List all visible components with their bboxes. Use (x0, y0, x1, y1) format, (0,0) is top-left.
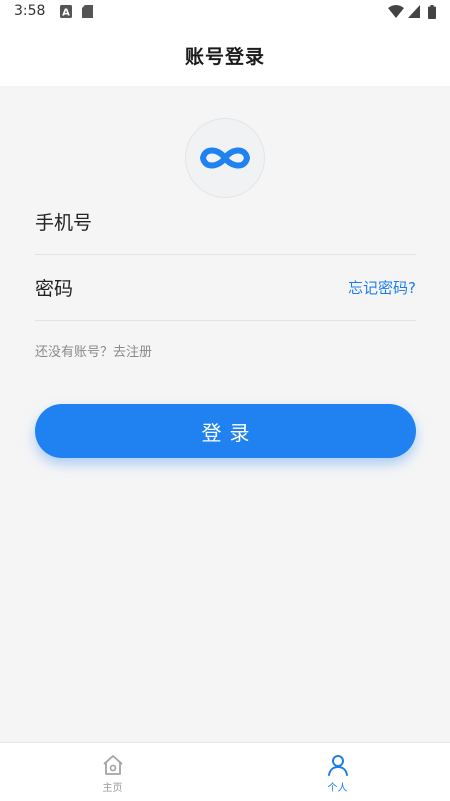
forgot-password-link[interactable]: 忘记密码? (348, 277, 416, 298)
password-field[interactable]: 密码 忘记密码? (35, 254, 416, 321)
phone-label: 手机号 (35, 211, 93, 234)
notification-a-icon: A (60, 5, 72, 22)
battery-icon (428, 5, 436, 23)
login-button[interactable]: 登录 (35, 404, 416, 458)
cell-signal-icon (408, 5, 420, 22)
phone-field[interactable]: 手机号 (35, 188, 416, 255)
bottom-tab-bar: 主页 个人 (0, 742, 450, 801)
page-title: 账号登录 (184, 45, 265, 68)
password-label: 密码 (35, 277, 74, 300)
tab-profile[interactable]: 个人 (225, 743, 450, 801)
home-icon (102, 755, 123, 775)
svg-text:A: A (62, 8, 70, 19)
wifi-icon (388, 5, 404, 22)
register-link[interactable]: 还没有账号？去注册 (35, 341, 152, 360)
app-header: 账号登录 (0, 24, 450, 86)
sd-card-icon (82, 5, 93, 22)
tab-home-label: 主页 (102, 783, 123, 794)
infinity-logo-icon (200, 147, 250, 169)
status-time: 3:58 (14, 3, 46, 19)
tab-home[interactable]: 主页 (0, 743, 225, 801)
user-icon (327, 755, 348, 776)
tab-profile-label: 个人 (327, 783, 348, 794)
app-logo (185, 118, 265, 198)
status-bar: 3:58 A (0, 0, 450, 24)
